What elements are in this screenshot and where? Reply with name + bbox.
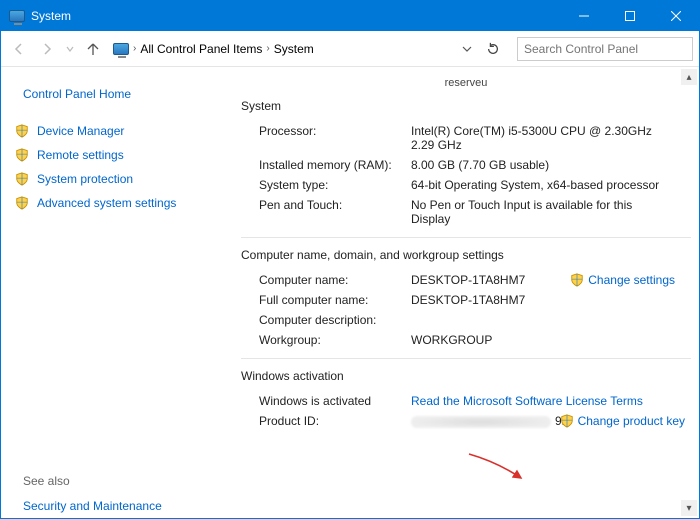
sidebar-item-advanced-settings[interactable]: Advanced system settings [1, 191, 233, 215]
scroll-up-button[interactable]: ▴ [681, 69, 697, 85]
info-row: Workgroup: WORKGROUP [241, 330, 691, 350]
info-row: Windows is activated Read the Microsoft … [241, 391, 691, 411]
shield-icon [15, 148, 29, 162]
sidebar-item-device-manager[interactable]: Device Manager [1, 119, 233, 143]
titlebar: System [1, 1, 699, 31]
system-icon [9, 10, 25, 22]
sidebar-item-remote-settings[interactable]: Remote settings [1, 143, 233, 167]
change-product-key-link[interactable]: Change product key [560, 414, 685, 428]
breadcrumb-sep-icon: › [266, 43, 269, 54]
shield-icon [15, 124, 29, 138]
info-value: DESKTOP-1TA8HM7 Change settings [411, 273, 691, 287]
info-row: Computer name: DESKTOP-1TA8HM7 Change se… [241, 270, 691, 290]
info-value: DESKTOP-1TA8HM7 [411, 293, 691, 307]
section-heading-activation: Windows activation [241, 369, 691, 383]
sidebar-item-system-protection[interactable]: System protection [1, 167, 233, 191]
sidebar-item-label: Security and Maintenance [23, 499, 162, 513]
info-row: Computer description: [241, 310, 691, 330]
info-label: Computer name: [241, 273, 411, 287]
breadcrumb[interactable]: › All Control Panel Items › System [109, 37, 451, 61]
info-row: Installed memory (RAM): 8.00 GB (7.70 GB… [241, 155, 691, 175]
info-value: 8.00 GB (7.70 GB usable) [411, 158, 691, 172]
activation-status: Windows is activated [241, 394, 411, 408]
nav-up-button[interactable] [81, 37, 105, 61]
info-value: Intel(R) Core(TM) i5-5300U CPU @ 2.30GHz… [411, 124, 691, 152]
breadcrumb-item[interactable]: System [274, 42, 314, 56]
close-button[interactable] [653, 1, 699, 31]
scroll-down-button[interactable]: ▾ [681, 500, 697, 516]
info-label: Product ID: [241, 414, 411, 428]
minimize-button[interactable] [561, 1, 607, 31]
info-label: Pen and Touch: [241, 198, 411, 226]
shield-icon [560, 414, 574, 428]
sidebar-item-label: System protection [37, 172, 133, 186]
sidebar-item-label: Device Manager [37, 124, 124, 138]
monitor-icon [113, 43, 129, 55]
annotation-arrow-icon [467, 452, 527, 482]
info-label: Full computer name: [241, 293, 411, 307]
change-product-key-label: Change product key [578, 414, 685, 428]
sidebar-item-label: Advanced system settings [37, 196, 176, 210]
nav-back-button[interactable] [7, 37, 31, 61]
info-value: WORKGROUP [411, 333, 691, 347]
divider [241, 358, 691, 359]
info-row: Pen and Touch: No Pen or Touch Input is … [241, 195, 691, 229]
info-value: 64-bit Operating System, x64-based proce… [411, 178, 691, 192]
search-box[interactable] [517, 37, 693, 61]
redacted-product-id [411, 416, 551, 428]
window-title: System [31, 9, 71, 23]
address-dropdown-button[interactable] [455, 37, 479, 61]
info-row: Full computer name: DESKTOP-1TA8HM7 [241, 290, 691, 310]
content-pane: ▴ ▾ reserveu System Processor: Intel(R) … [233, 67, 699, 518]
control-panel-home-link[interactable]: Control Panel Home [1, 79, 233, 119]
info-value [411, 313, 691, 327]
shield-icon [570, 273, 584, 287]
see-also-heading: See also [1, 468, 233, 494]
shield-icon [15, 196, 29, 210]
info-row: Product ID: 91 Change product key [241, 411, 691, 431]
sidebar: Control Panel Home Device Manager Remote… [1, 67, 233, 518]
sidebar-item-label: Remote settings [37, 148, 124, 162]
license-terms-link[interactable]: Read the Microsoft Software License Term… [411, 394, 643, 408]
change-settings-link[interactable]: Change settings [570, 273, 675, 287]
info-value: No Pen or Touch Input is available for t… [411, 198, 691, 226]
info-row: Processor: Intel(R) Core(TM) i5-5300U CP… [241, 121, 691, 155]
breadcrumb-item[interactable]: All Control Panel Items [140, 42, 262, 56]
info-label: Computer description: [241, 313, 411, 327]
truncated-text: reserveu [241, 77, 691, 89]
info-row: System type: 64-bit Operating System, x6… [241, 175, 691, 195]
address-bar: › All Control Panel Items › System [1, 31, 699, 67]
info-label: Workgroup: [241, 333, 411, 347]
info-label: System type: [241, 178, 411, 192]
info-label: Processor: [241, 124, 411, 152]
nav-recent-button[interactable] [63, 37, 77, 61]
search-input[interactable] [524, 42, 686, 56]
nav-forward-button[interactable] [35, 37, 59, 61]
info-value: 91 Change product key [411, 414, 691, 428]
change-settings-label: Change settings [588, 273, 675, 287]
sidebar-item-security-maintenance[interactable]: Security and Maintenance [1, 494, 233, 518]
section-heading-system: System [241, 99, 691, 113]
divider [241, 237, 691, 238]
info-label: Installed memory (RAM): [241, 158, 411, 172]
maximize-button[interactable] [607, 1, 653, 31]
refresh-button[interactable] [481, 37, 505, 61]
section-heading-domain: Computer name, domain, and workgroup set… [241, 248, 691, 262]
shield-icon [15, 172, 29, 186]
computer-name-value: DESKTOP-1TA8HM7 [411, 273, 525, 287]
breadcrumb-sep-icon: › [133, 43, 136, 54]
